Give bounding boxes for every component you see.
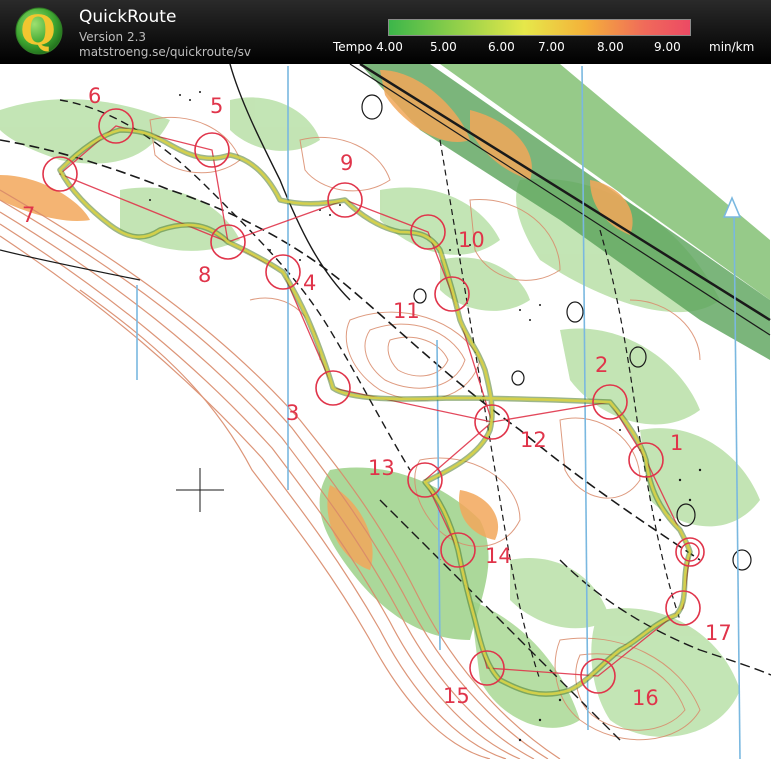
- control-number-11: 11: [393, 299, 420, 323]
- app-version: Version 2.3: [79, 30, 147, 44]
- app-title: QuickRoute: [79, 7, 177, 27]
- control-number-6: 6: [88, 84, 101, 108]
- control-number-14: 14: [485, 544, 512, 568]
- header-bar: Q QuickRoute Version 2.3 matstroeng.se/q…: [0, 0, 771, 64]
- orienteering-map[interactable]: 1 2 3 4 5 6 7 8 9 10 11 12 13 14 15 16 17: [0, 64, 771, 759]
- legend-unit: min/km: [709, 40, 755, 54]
- control-number-17: 17: [705, 621, 732, 645]
- control-number-7: 7: [22, 203, 35, 227]
- control-number-3: 3: [286, 401, 299, 425]
- control-number-9: 9: [340, 151, 353, 175]
- control-number-10: 10: [458, 228, 485, 252]
- legend-label: 5.00: [430, 40, 457, 54]
- legend-label: 9.00: [654, 40, 681, 54]
- quickroute-app: Q QuickRoute Version 2.3 matstroeng.se/q…: [0, 0, 771, 759]
- pace-legend-bar: [388, 19, 691, 36]
- quickroute-logo-icon: Q: [15, 7, 63, 55]
- legend-label: 7.00: [538, 40, 565, 54]
- control-number-12: 12: [520, 428, 547, 452]
- control-number-4: 4: [303, 271, 316, 295]
- control-number-13: 13: [368, 456, 395, 480]
- map-canvas: 123456789101112131415 1617: [0, 64, 771, 759]
- control-number-8: 8: [198, 263, 211, 287]
- legend-label: 8.00: [597, 40, 624, 54]
- control-number-5: 5: [210, 94, 223, 118]
- app-url: matstroeng.se/quickroute/sv: [79, 45, 252, 59]
- legend-label: Tempo 4.00: [333, 40, 403, 54]
- legend-label: 6.00: [488, 40, 515, 54]
- control-number-1: 1: [670, 431, 683, 455]
- control-number-15: 15: [443, 684, 470, 708]
- control-number-16: 16: [632, 686, 659, 710]
- control-number-2: 2: [595, 353, 608, 377]
- logo-letter: Q: [21, 7, 56, 54]
